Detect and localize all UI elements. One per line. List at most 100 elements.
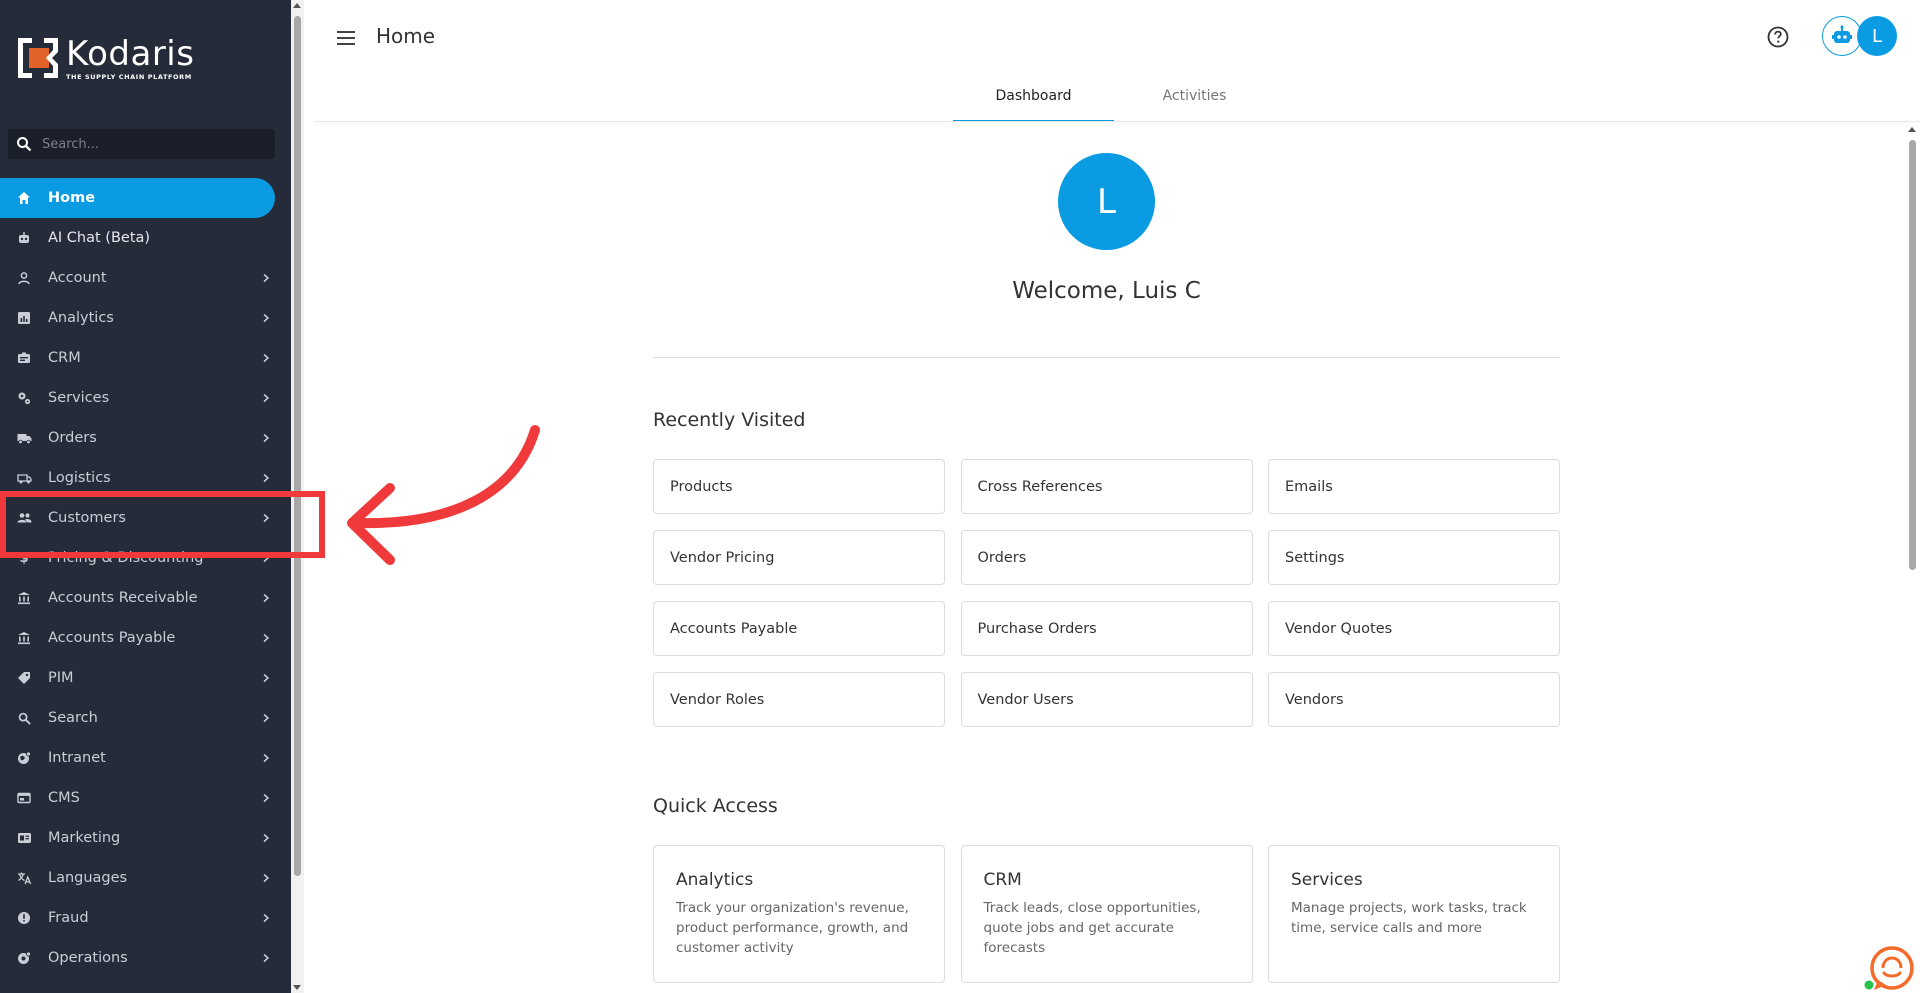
quick-access-card-crm[interactable]: CRM Track leads, close opportunities, qu… [960, 845, 1253, 983]
ai-assistant-button[interactable] [1822, 16, 1862, 56]
sidebar-scrollbar[interactable] [291, 0, 304, 993]
operations-icon [16, 950, 32, 966]
sidebar-item-cms[interactable]: CMS [0, 778, 291, 818]
sidebar-item-label: Fraud [48, 910, 89, 926]
sidebar-scrollbar-thumb[interactable] [294, 16, 301, 876]
recent-link-cross-references[interactable]: Cross References [960, 459, 1253, 514]
sidebar-item-languages[interactable]: Languages [0, 858, 291, 898]
truck-icon [16, 430, 32, 446]
sidebar-item-label: Accounts Receivable [48, 590, 198, 606]
quick-access-card-title: Services [1291, 870, 1363, 890]
sidebar-item-fraud[interactable]: Fraud [0, 898, 291, 938]
sidebar-item-analytics[interactable]: Analytics [0, 298, 291, 338]
sidebar-item-customers[interactable]: Customers [0, 498, 291, 538]
alert-icon [16, 910, 32, 926]
chevron-right-icon [263, 513, 270, 523]
sidebar-item-label: Home [48, 190, 96, 206]
help-icon[interactable] [1766, 25, 1790, 49]
chevron-right-icon [263, 833, 270, 843]
page-title: Home [376, 24, 436, 48]
sidebar-item-pim[interactable]: PIM [0, 658, 291, 698]
recent-link-vendor-users[interactable]: Vendor Users [960, 672, 1253, 727]
sidebar-item-label: Marketing [48, 830, 121, 846]
recent-link-products[interactable]: Products [653, 459, 945, 514]
recent-link-emails[interactable]: Emails [1268, 459, 1560, 514]
cms-icon [16, 790, 32, 806]
scroll-up-arrow-icon[interactable] [1908, 127, 1916, 132]
sidebar-item-logistics[interactable]: Logistics [0, 458, 291, 498]
recent-link-settings[interactable]: Settings [1268, 530, 1560, 585]
sidebar-item-label: CMS [48, 790, 80, 806]
sidebar-item-orders[interactable]: Orders [0, 418, 291, 458]
sidebar-item-label: Pricing & Discounting [48, 550, 204, 566]
tab-activities[interactable]: Activities [1114, 80, 1275, 122]
recent-link-vendor-pricing[interactable]: Vendor Pricing [653, 530, 945, 585]
sidebar-search[interactable] [8, 129, 275, 159]
dollar-icon: $ [19, 550, 29, 566]
sidebar-item-label: AI Chat (Beta) [48, 230, 151, 246]
chevron-right-icon [263, 673, 270, 683]
recent-link-orders[interactable]: Orders [960, 530, 1253, 585]
search-icon [16, 710, 32, 726]
home-icon [16, 190, 32, 206]
recently-visited-grid: Products Cross References Emails Vendor … [653, 459, 1560, 727]
translate-icon [16, 870, 32, 886]
logo-name: Kodaris [66, 33, 195, 74]
kodaris-logo[interactable]: Kodaris THE SUPPLY CHAIN PLATFORM [16, 34, 194, 82]
sidebar-item-label: Accounts Payable [48, 630, 176, 646]
logistics-icon [16, 470, 32, 486]
profile-avatar: L [1058, 153, 1155, 250]
quick-access-card-analytics[interactable]: Analytics Track your organization's reve… [653, 845, 945, 983]
recent-link-vendor-roles[interactable]: Vendor Roles [653, 672, 945, 727]
scroll-down-arrow-icon[interactable] [293, 985, 301, 990]
chevron-right-icon [263, 393, 270, 403]
recent-link-vendor-quotes[interactable]: Vendor Quotes [1268, 601, 1560, 656]
sidebar-item-ai-chat[interactable]: AI Chat (Beta) [0, 218, 291, 258]
sidebar-item-account[interactable]: Account [0, 258, 291, 298]
sidebar-item-label: Customers [48, 510, 126, 526]
sidebar-item-label: Orders [48, 430, 97, 446]
sidebar-item-operations[interactable]: Operations [0, 938, 291, 978]
sidebar: Kodaris THE SUPPLY CHAIN PLATFORM Home A… [0, 0, 291, 993]
quick-access-grid: Analytics Track your organization's reve… [653, 845, 1560, 983]
user-icon [16, 270, 32, 286]
top-header: Home L Dashboard Activities [304, 0, 1920, 122]
sidebar-item-label: Account [48, 270, 107, 286]
support-chat-icon[interactable] [1862, 940, 1914, 992]
sidebar-item-marketing[interactable]: Marketing [0, 818, 291, 858]
recent-link-accounts-payable[interactable]: Accounts Payable [653, 601, 945, 656]
sidebar-item-services[interactable]: Services [0, 378, 291, 418]
scroll-up-arrow-icon[interactable] [293, 3, 301, 8]
hamburger-menu-button[interactable] [334, 26, 358, 50]
tab-dashboard[interactable]: Dashboard [953, 80, 1114, 122]
main-content: L Welcome, Luis C Recently Visited Produ… [304, 122, 1905, 993]
tag-icon [16, 670, 32, 686]
sidebar-item-label: Operations [48, 950, 128, 966]
user-avatar[interactable]: L [1857, 16, 1897, 56]
recent-link-vendors[interactable]: Vendors [1268, 672, 1560, 727]
menu-icon-bar [337, 43, 355, 45]
sidebar-item-home[interactable]: Home [0, 178, 275, 218]
chevron-right-icon [263, 793, 270, 803]
main-scrollbar[interactable] [1905, 124, 1920, 993]
logo-tagline: THE SUPPLY CHAIN PLATFORM [66, 72, 192, 81]
main-scrollbar-thumb[interactable] [1909, 140, 1916, 570]
sidebar-item-accounts-receivable[interactable]: Accounts Receivable [0, 578, 291, 618]
chevron-right-icon [263, 593, 270, 603]
sidebar-item-search[interactable]: Search [0, 698, 291, 738]
sidebar-item-crm[interactable]: CRM [0, 338, 291, 378]
chevron-right-icon [263, 873, 270, 883]
chevron-right-icon [263, 953, 270, 963]
tab-bar: Dashboard Activities [953, 80, 1275, 122]
sidebar-item-intranet[interactable]: Intranet [0, 738, 291, 778]
chevron-right-icon [263, 633, 270, 643]
chevron-right-icon [263, 753, 270, 763]
sidebar-item-accounts-payable[interactable]: Accounts Payable [0, 618, 291, 658]
section-divider [653, 357, 1560, 358]
recent-link-purchase-orders[interactable]: Purchase Orders [960, 601, 1253, 656]
search-icon [17, 137, 32, 152]
sidebar-item-pricing-discounting[interactable]: $ Pricing & Discounting [0, 538, 291, 578]
quick-access-card-services[interactable]: Services Manage projects, work tasks, tr… [1268, 845, 1560, 983]
sidebar-search-input[interactable] [42, 136, 262, 152]
bank-icon [16, 590, 32, 606]
